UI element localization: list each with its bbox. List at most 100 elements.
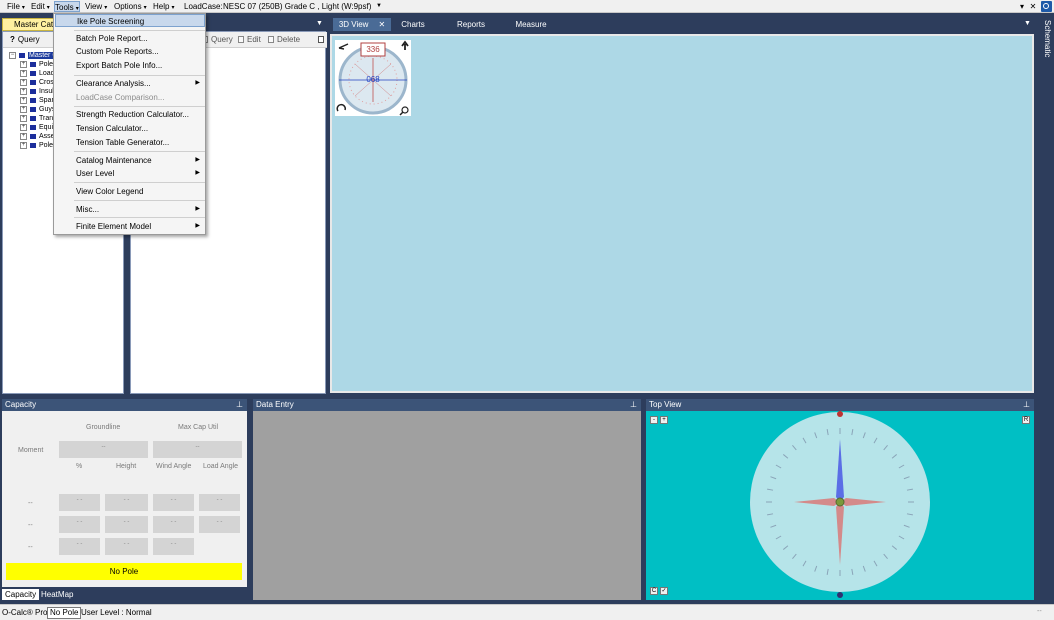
folder-icon xyxy=(30,79,36,85)
tab-reports[interactable]: Reports xyxy=(452,18,490,31)
menu-item-catalog-maintenance[interactable]: Catalog Maintenance ▶ xyxy=(55,154,205,167)
list-delete-button[interactable]: Delete xyxy=(268,35,300,45)
menu-separator xyxy=(74,217,205,218)
center-button[interactable]: C xyxy=(650,587,658,595)
data-entry-panel[interactable] xyxy=(253,411,641,600)
zoom-in-button[interactable]: + xyxy=(660,416,668,424)
list-edit-button[interactable]: Edit xyxy=(238,35,261,45)
expand-icon[interactable]: + xyxy=(20,60,27,68)
tab-charts[interactable]: Charts xyxy=(396,18,430,31)
menu-view[interactable]: View ▾ xyxy=(85,1,107,12)
expand-icon[interactable]: + xyxy=(20,96,27,104)
tabs-dropdown-icon[interactable]: ▼ xyxy=(1024,20,1031,27)
close-tab-icon[interactable]: ✕ xyxy=(378,20,385,29)
menu-separator xyxy=(74,200,205,201)
menu-item-custom-pole-reports[interactable]: Custom Pole Reports... xyxy=(55,45,205,58)
menu-file[interactable]: File ▾ xyxy=(7,1,25,12)
menu-item-clearance-analysis[interactable]: Clearance Analysis... ▶ xyxy=(55,77,205,90)
menu-options[interactable]: Options ▾ xyxy=(114,1,147,12)
catalog-query-button[interactable]: ? Query xyxy=(10,35,40,45)
window-menu-icon[interactable]: ▾ xyxy=(1018,1,1026,12)
reset-view-button[interactable]: R xyxy=(1022,416,1030,424)
menu-separator xyxy=(74,106,205,107)
list-query-button[interactable]: Query xyxy=(202,35,233,45)
user-level-status: User Level : Normal xyxy=(81,608,152,617)
submenu-arrow-icon: ▶ xyxy=(195,223,200,229)
compass-top-value: 336 xyxy=(366,45,380,54)
loadcase-dropdown-icon[interactable]: ▼ xyxy=(376,1,382,12)
schematic-side-tab[interactable]: Schematic xyxy=(1038,20,1052,57)
panel-dropdown-icon[interactable]: ▼ xyxy=(316,20,323,27)
top-view-canvas[interactable]: - + R C ✓ xyxy=(646,411,1034,600)
pin-icon[interactable] xyxy=(318,36,324,43)
capacity-cell: - - xyxy=(105,494,148,511)
menu-item-batch-pole-report[interactable]: Batch Pole Report... xyxy=(55,32,205,45)
expand-icon[interactable]: + xyxy=(20,78,27,86)
pin-icon[interactable]: ⊥ xyxy=(1023,399,1030,411)
max-cap-util-label: Max Cap Util xyxy=(178,424,219,431)
folder-icon xyxy=(30,142,36,148)
percent-label: % xyxy=(76,463,83,470)
collapse-icon[interactable]: − xyxy=(9,51,16,59)
view-3d[interactable]: 336 068 xyxy=(330,34,1034,393)
menu-tools[interactable]: Tools ▾ xyxy=(54,1,80,12)
menu-separator xyxy=(74,182,205,183)
search-icon[interactable] xyxy=(1041,1,1052,12)
tab-master-catalog[interactable]: Master Catalog xyxy=(2,18,60,31)
expand-icon[interactable]: + xyxy=(20,132,27,140)
menu-item-user-level[interactable]: User Level ▶ xyxy=(55,167,205,180)
zoom-out-button[interactable]: - xyxy=(650,416,658,424)
menu-item-ike-pole-screening[interactable]: Ike Pole Screening xyxy=(55,14,205,27)
pin-icon[interactable]: ⊥ xyxy=(236,399,243,411)
capacity-cell: - - xyxy=(199,516,240,533)
data-entry-panel-header: Data Entry ⊥ xyxy=(253,399,641,411)
tab-heatmap[interactable]: HeatMap xyxy=(38,589,76,600)
row-dash: -- xyxy=(28,544,33,551)
submenu-arrow-icon: ▶ xyxy=(195,170,200,176)
folder-icon xyxy=(30,115,36,121)
close-document-icon[interactable]: ✕ xyxy=(1029,1,1037,12)
resize-grip-icon[interactable]: -- xyxy=(1037,608,1042,615)
menu-item-view-color-legend[interactable]: View Color Legend xyxy=(55,185,205,198)
menu-separator xyxy=(74,151,205,152)
wind-angle-label: Wind Angle xyxy=(156,463,192,470)
expand-icon[interactable]: + xyxy=(20,114,27,122)
expand-icon[interactable]: + xyxy=(20,87,27,95)
pin-icon[interactable]: ⊥ xyxy=(630,399,637,411)
menu-item-finite-element-model[interactable]: Finite Element Model ▶ xyxy=(55,220,205,233)
edit-icon xyxy=(238,36,244,44)
capacity-panel-header: Capacity ⊥ xyxy=(2,399,247,411)
menubar: File ▾ Edit ▾ Tools ▾ View ▾ Options ▾ Help ▾ … xyxy=(0,0,1054,13)
groundline-label: Groundline xyxy=(86,424,121,431)
expand-icon[interactable]: + xyxy=(20,69,27,77)
folder-icon xyxy=(30,70,36,76)
loadcase-label: LoadCase: xyxy=(184,2,223,11)
expand-icon[interactable]: + xyxy=(20,123,27,131)
tree-item-guys[interactable]: + Guys xyxy=(20,105,55,114)
moment-label: Moment xyxy=(18,447,44,454)
capacity-cell: - - xyxy=(153,516,194,533)
orientation-compass[interactable]: 336 068 xyxy=(335,40,411,116)
show-checkbox[interactable]: ✓ xyxy=(660,587,668,595)
tab-3d-view[interactable]: 3D View ✕ xyxy=(333,18,391,31)
tab-measure[interactable]: Measure xyxy=(511,18,551,31)
menu-item-tension-calculator[interactable]: Tension Calculator... xyxy=(55,122,205,135)
capacity-cell: - - xyxy=(105,538,148,555)
menu-item-misc[interactable]: Misc... ▶ xyxy=(55,203,205,216)
folder-icon xyxy=(30,124,36,130)
expand-icon[interactable]: + xyxy=(20,105,27,113)
menu-item-tension-table-generator[interactable]: Tension Table Generator... xyxy=(55,136,205,149)
loadcase-select[interactable]: NESC 07 (250B) Grade C , Light (W:9psf) xyxy=(223,1,371,12)
menu-separator xyxy=(74,75,205,76)
menu-item-strength-reduction-calculator[interactable]: Strength Reduction Calculator... xyxy=(55,108,205,121)
capacity-cell: - - xyxy=(199,494,240,511)
menu-help[interactable]: Help ▾ xyxy=(153,1,174,12)
tab-capacity[interactable]: Capacity xyxy=(2,589,40,600)
folder-icon xyxy=(30,61,36,67)
tree-item-poles[interactable]: + Poles xyxy=(20,60,57,69)
menu-edit[interactable]: Edit ▾ xyxy=(31,1,50,12)
no-pole-status-bar: No Pole xyxy=(6,563,242,580)
expand-icon[interactable]: + xyxy=(20,141,27,149)
capacity-cell: - - xyxy=(59,516,100,533)
menu-item-export-batch-pole-info[interactable]: Export Batch Pole Info... xyxy=(55,59,205,72)
